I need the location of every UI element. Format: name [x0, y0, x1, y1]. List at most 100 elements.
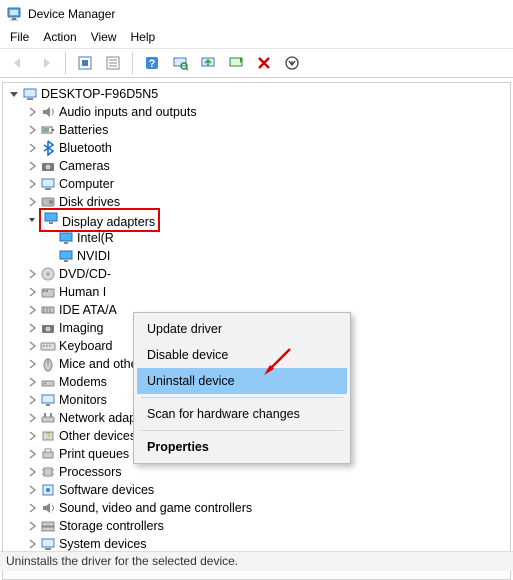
- enable-device-button[interactable]: [224, 52, 248, 74]
- forward-button[interactable]: [34, 52, 58, 74]
- processors-icon: [40, 464, 56, 480]
- toolbar-separator: [65, 52, 66, 74]
- expander-icon[interactable]: [25, 519, 39, 533]
- expander-icon[interactable]: [25, 375, 39, 389]
- tree-label: Human I: [59, 286, 106, 299]
- status-text: Uninstalls the driver for the selected d…: [6, 554, 238, 568]
- expander-icon[interactable]: [25, 393, 39, 407]
- system-icon: [40, 536, 56, 552]
- tree-category-batteries[interactable]: Batteries: [5, 121, 510, 139]
- expander-icon[interactable]: [25, 447, 39, 461]
- expander-icon[interactable]: [25, 465, 39, 479]
- tree-label: IDE ATA/A: [59, 304, 117, 317]
- expander-icon[interactable]: [25, 357, 39, 371]
- expander-icon[interactable]: [25, 303, 39, 317]
- tree-label: Cameras: [59, 160, 110, 173]
- update-driver-button[interactable]: [196, 52, 220, 74]
- expander-icon[interactable]: [25, 177, 39, 191]
- sound-icon: [40, 500, 56, 516]
- expander-icon[interactable]: [25, 339, 39, 353]
- keyboard-icon: [40, 338, 56, 354]
- tree-root-label: DESKTOP-F96D5N5: [41, 88, 158, 101]
- window-title: Device Manager: [28, 7, 115, 21]
- ctx-disable-device[interactable]: Disable device: [137, 342, 347, 368]
- uninstall-button[interactable]: [252, 52, 276, 74]
- app-icon: [6, 6, 22, 22]
- tree-category-display[interactable]: Display adapters: [5, 211, 510, 229]
- tree-label: Computer: [59, 178, 114, 191]
- tree-label: Display adapters: [62, 215, 155, 229]
- tree-label: DVD/CD-: [59, 268, 111, 281]
- computer-icon: [40, 176, 56, 192]
- menu-action[interactable]: Action: [43, 30, 76, 44]
- hid-icon: [40, 284, 56, 300]
- tree-device-intel[interactable]: Intel(R: [5, 229, 510, 247]
- tree-label: Storage controllers: [59, 520, 164, 533]
- tree-category-dvd[interactable]: DVD/CD-: [5, 265, 510, 283]
- tree-label: Print queues: [59, 448, 129, 461]
- tree-category-processors[interactable]: Processors: [5, 463, 510, 481]
- expander-icon[interactable]: [25, 537, 39, 551]
- bluetooth-icon: [40, 140, 56, 156]
- menu-help[interactable]: Help: [131, 30, 156, 44]
- tree-category-computer[interactable]: Computer: [5, 175, 510, 193]
- toolbar: ?: [0, 48, 513, 78]
- tree-label: Imaging: [59, 322, 103, 335]
- toolbar-separator: [132, 52, 133, 74]
- ctx-update-driver[interactable]: Update driver: [137, 316, 347, 342]
- tree-label: Software devices: [59, 484, 154, 497]
- tree-root[interactable]: DESKTOP-F96D5N5: [5, 85, 510, 103]
- printq-icon: [40, 446, 56, 462]
- batteries-icon: [40, 122, 56, 138]
- expander-icon[interactable]: [25, 213, 39, 227]
- tree-label: Audio inputs and outputs: [59, 106, 197, 119]
- expander-icon[interactable]: [25, 483, 39, 497]
- software-icon: [40, 482, 56, 498]
- other-icon: ?: [40, 428, 56, 444]
- expander-icon[interactable]: [25, 285, 39, 299]
- expander-open-icon[interactable]: [7, 87, 21, 101]
- expander-icon[interactable]: [25, 123, 39, 137]
- tree-category-storage[interactable]: Storage controllers: [5, 517, 510, 535]
- tree-label: Bluetooth: [59, 142, 112, 155]
- expander-icon[interactable]: [25, 267, 39, 281]
- show-hidden-button[interactable]: [73, 52, 97, 74]
- storage-icon: [40, 518, 56, 534]
- expander-icon[interactable]: [25, 429, 39, 443]
- details-button[interactable]: [280, 52, 304, 74]
- expander-icon[interactable]: [25, 411, 39, 425]
- tree-label: Other devices: [59, 430, 136, 443]
- expander-icon[interactable]: [25, 159, 39, 173]
- expander-icon[interactable]: [25, 195, 39, 209]
- scan-button[interactable]: [168, 52, 192, 74]
- expander-icon[interactable]: [25, 105, 39, 119]
- back-button[interactable]: [6, 52, 30, 74]
- cameras-icon: [40, 158, 56, 174]
- tree-device-nvidia[interactable]: NVIDI: [5, 247, 510, 265]
- help-button[interactable]: ?: [140, 52, 164, 74]
- tree-category-sound[interactable]: Sound, video and game controllers: [5, 499, 510, 517]
- gpu-icon: [58, 230, 74, 246]
- tree-label: Modems: [59, 376, 107, 389]
- menu-bar: File Action View Help: [0, 28, 513, 48]
- network-icon: [40, 410, 56, 426]
- ctx-separator: [141, 430, 343, 431]
- ctx-scan-hardware[interactable]: Scan for hardware changes: [137, 401, 347, 427]
- tree-category-hid[interactable]: Human I: [5, 283, 510, 301]
- tree-category-cameras[interactable]: Cameras: [5, 157, 510, 175]
- properties-button[interactable]: [101, 52, 125, 74]
- menu-view[interactable]: View: [91, 30, 117, 44]
- status-bar: Uninstalls the driver for the selected d…: [0, 551, 513, 571]
- dvd-icon: [40, 266, 56, 282]
- tree-category-software[interactable]: Software devices: [5, 481, 510, 499]
- ctx-uninstall-device[interactable]: Uninstall device: [137, 368, 347, 394]
- expander-icon[interactable]: [25, 321, 39, 335]
- ctx-properties[interactable]: Properties: [137, 434, 347, 460]
- expander-icon[interactable]: [25, 141, 39, 155]
- menu-file[interactable]: File: [10, 30, 29, 44]
- tree-category-bluetooth[interactable]: Bluetooth: [5, 139, 510, 157]
- tree-label: Intel(R: [77, 232, 114, 245]
- expander-icon[interactable]: [25, 501, 39, 515]
- tree-category-audio[interactable]: Audio inputs and outputs: [5, 103, 510, 121]
- tree-label: Keyboard: [59, 340, 113, 353]
